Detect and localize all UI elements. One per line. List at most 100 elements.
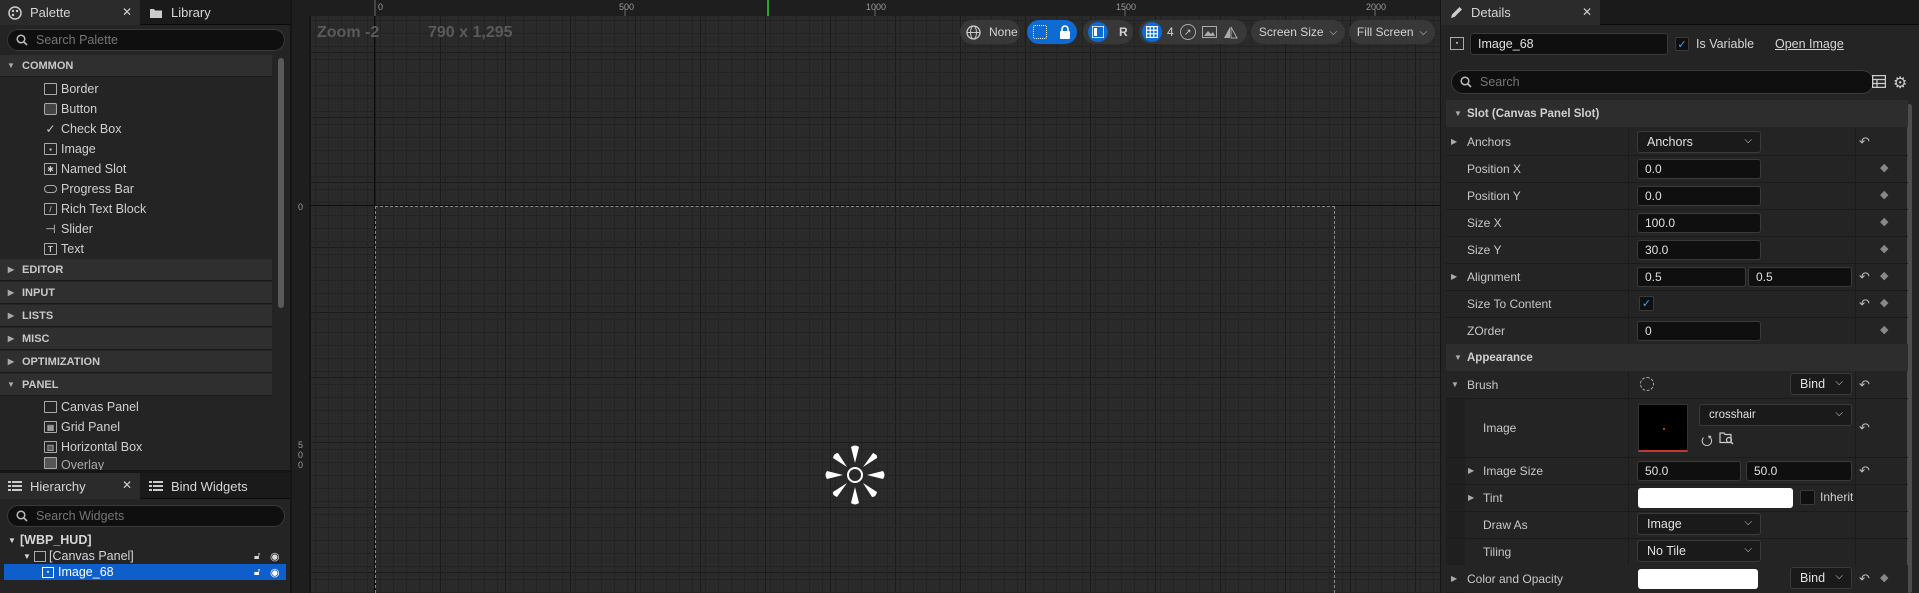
browse-asset-icon[interactable] <box>1719 431 1734 445</box>
settings-gear-icon[interactable]: ⚙ <box>1893 73 1907 93</box>
keyframe-icon[interactable]: ◆ <box>1880 269 1888 282</box>
close-icon[interactable]: ✕ <box>1582 5 1592 19</box>
background-image-icon[interactable] <box>1201 26 1217 38</box>
crosshair-image-widget[interactable] <box>823 443 887 507</box>
hierarchy-canvas-panel[interactable]: ▼ [Canvas Panel] 🔓︎ ◉ <box>4 548 286 564</box>
r-toggle[interactable]: R <box>1119 25 1128 39</box>
details-search-input[interactable] <box>1480 75 1811 89</box>
alignment-x-field[interactable]: 0.5 <box>1637 267 1746 287</box>
color-bind-button[interactable]: Bind ⌵ <box>1790 567 1852 589</box>
zoom-fit-icon[interactable]: ↗ <box>1179 24 1196 40</box>
size-y-field[interactable]: 30.0 <box>1637 240 1761 260</box>
chevron-right-icon[interactable]: ▶ <box>1451 272 1457 281</box>
palette-item-rich-text[interactable]: / Rich Text Block <box>0 199 272 219</box>
category-editor[interactable]: ▶ EDITOR <box>0 259 272 281</box>
category-input[interactable]: ▶ INPUT <box>0 282 272 304</box>
grid-snap-value[interactable]: 4 <box>1167 25 1174 39</box>
keyframe-icon[interactable]: ◆ <box>1880 188 1888 201</box>
palette-search-input[interactable] <box>36 33 251 47</box>
anchors-dropdown[interactable]: Anchors ⌵ <box>1637 131 1761 153</box>
image-thumbnail[interactable] <box>1638 404 1688 452</box>
grid-snap-group[interactable]: 4 ↗ <box>1139 20 1247 44</box>
screen-size-dropdown[interactable]: Screen Size ⌵ <box>1251 20 1345 44</box>
tab-palette[interactable]: Palette ✕ <box>0 0 140 25</box>
zorder-field[interactable]: 0 <box>1637 321 1761 341</box>
table-view-icon[interactable] <box>1872 75 1886 88</box>
use-asset-arrow-icon[interactable]: ⭯ <box>1701 430 1713 454</box>
palette-item-horizontal-box[interactable]: ▥ Horizontal Box <box>0 437 272 457</box>
respect-locks-group[interactable]: R <box>1083 20 1133 44</box>
widget-name-field[interactable]: Image_68 <box>1470 33 1668 55</box>
section-slot[interactable]: ▼ Slot (Canvas Panel Slot) <box>1446 100 1908 127</box>
palette-item-border[interactable]: Border <box>0 79 272 99</box>
tab-library[interactable]: Library <box>141 0 281 25</box>
palette-item-overlay[interactable]: Overlay <box>0 457 272 470</box>
brush-bind-button[interactable]: Bind ⌵ <box>1790 373 1852 395</box>
alignment-y-field[interactable]: 0.5 <box>1748 267 1852 287</box>
reset-icon[interactable]: ↶ <box>1859 463 1870 479</box>
palette-item-button[interactable]: Button <box>0 99 272 119</box>
reset-icon[interactable]: ↶ <box>1859 571 1870 587</box>
color-opacity-swatch[interactable] <box>1638 569 1758 589</box>
palette-scrollbar[interactable] <box>278 58 284 308</box>
layout-icon[interactable] <box>1088 22 1109 42</box>
dotted-box-icon[interactable] <box>1033 25 1047 39</box>
chevron-right-icon[interactable]: ▶ <box>1468 493 1474 502</box>
keyframe-icon[interactable]: ◆ <box>1880 161 1888 174</box>
category-common[interactable]: ▼ COMMON <box>0 55 272 77</box>
category-optimization[interactable]: ▶ OPTIMIZATION <box>0 351 272 373</box>
palette-item-checkbox[interactable]: ✓ Check Box <box>0 119 272 139</box>
category-panel[interactable]: ▼ PANEL <box>0 374 272 396</box>
hierarchy-search-input[interactable] <box>36 509 251 523</box>
tiling-dropdown[interactable]: No Tile ⌵ <box>1637 540 1761 562</box>
eye-icon[interactable]: ◉ <box>270 566 280 579</box>
fill-screen-dropdown[interactable]: Fill Screen ⌵ <box>1349 20 1435 44</box>
palette-item-canvas-panel[interactable]: Canvas Panel <box>0 397 272 417</box>
keyframe-icon[interactable]: ◆ <box>1880 571 1888 584</box>
category-misc[interactable]: ▶ MISC <box>0 328 272 350</box>
details-search[interactable] <box>1451 70 1874 94</box>
tint-color-swatch[interactable] <box>1638 488 1793 508</box>
reset-icon[interactable]: ↶ <box>1859 377 1870 393</box>
image-size-x-field[interactable]: 50.0 <box>1637 461 1741 481</box>
dpi-preview-button[interactable]: None <box>960 20 1020 44</box>
reset-icon[interactable]: ↶ <box>1859 296 1870 312</box>
palette-item-progress-bar[interactable]: Progress Bar <box>0 179 272 199</box>
reset-icon[interactable]: ↶ <box>1859 269 1870 285</box>
layout-toggle-group[interactable] <box>1027 20 1077 44</box>
close-icon[interactable]: ✕ <box>122 5 132 19</box>
grid-icon[interactable] <box>1142 22 1162 42</box>
position-y-field[interactable]: 0.0 <box>1637 186 1761 206</box>
chevron-right-icon[interactable]: ▶ <box>1451 137 1457 146</box>
reset-icon[interactable]: ↶ <box>1859 420 1870 436</box>
lock-icon[interactable]: 🔓︎ <box>254 551 260 562</box>
hierarchy-selected-item[interactable]: ▪ Image_68 🔓︎ ◉ <box>4 564 286 580</box>
palette-item-named-slot[interactable]: ✱ Named Slot <box>0 159 272 179</box>
keyframe-icon[interactable]: ◆ <box>1880 323 1888 336</box>
eye-icon[interactable]: ◉ <box>270 550 280 563</box>
flip-icon[interactable] <box>1223 26 1238 39</box>
open-image-link[interactable]: Open Image <box>1775 37 1844 51</box>
keyframe-icon[interactable]: ◆ <box>1880 242 1888 255</box>
lock-icon[interactable] <box>1059 25 1071 39</box>
close-icon[interactable]: ✕ <box>122 478 132 492</box>
chevron-right-icon[interactable]: ▶ <box>1468 466 1474 475</box>
tab-hierarchy[interactable]: Hierarchy ✕ <box>0 473 140 499</box>
image-size-y-field[interactable]: 50.0 <box>1746 461 1852 481</box>
palette-item-image[interactable]: ▪ Image <box>0 139 272 159</box>
palette-item-slider[interactable]: ⊣ Slider <box>0 219 272 239</box>
hierarchy-root[interactable]: ▼ [WBP_HUD] <box>4 532 286 548</box>
inherit-checkbox[interactable] <box>1800 490 1815 505</box>
category-lists[interactable]: ▶ LISTS <box>0 305 272 327</box>
draw-as-dropdown[interactable]: Image ⌵ <box>1637 513 1761 535</box>
chevron-down-icon[interactable]: ▼ <box>1451 380 1459 389</box>
size-to-content-checkbox[interactable]: ✓ <box>1639 296 1654 311</box>
keyframe-icon[interactable]: ◆ <box>1880 296 1888 309</box>
is-variable-checkbox[interactable]: ✓ <box>1675 37 1689 51</box>
reset-icon[interactable]: ↶ <box>1859 134 1870 150</box>
size-x-field[interactable]: 100.0 <box>1637 213 1761 233</box>
image-asset-dropdown[interactable]: crosshair ⌵ <box>1699 404 1852 426</box>
chevron-right-icon[interactable]: ▶ <box>1451 574 1457 583</box>
lock-icon[interactable]: 🔓︎ <box>254 567 260 578</box>
hierarchy-search[interactable] <box>7 505 285 527</box>
